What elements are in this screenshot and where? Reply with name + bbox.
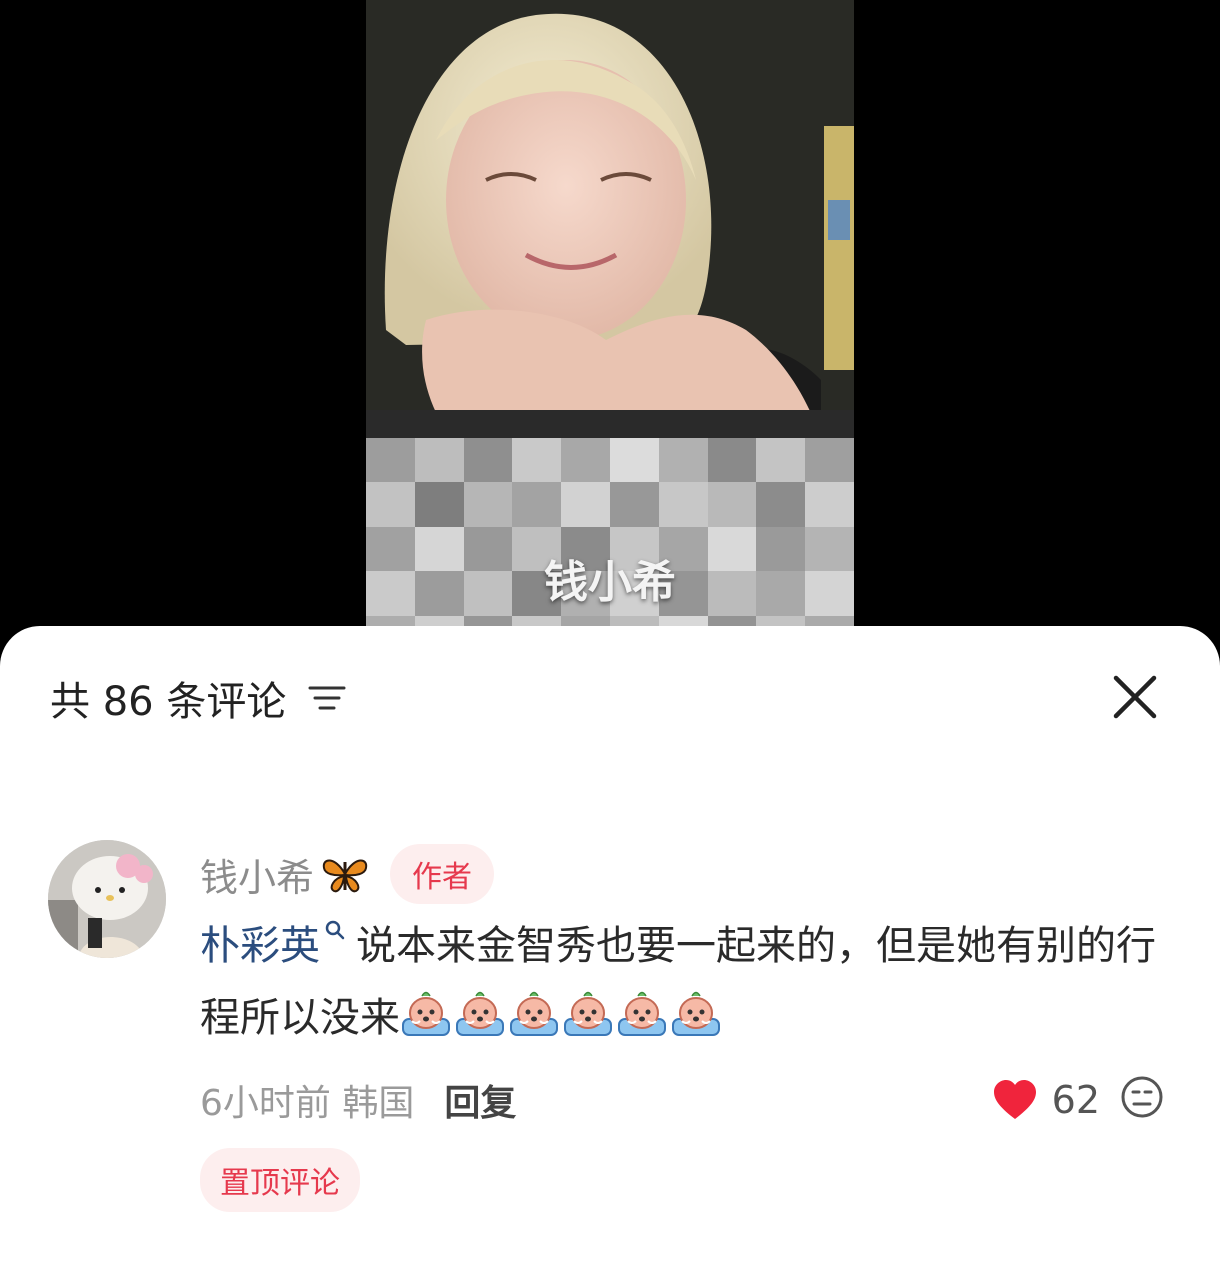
avatar[interactable] xyxy=(48,840,166,958)
crying-emoji-group xyxy=(400,991,724,1041)
video-frame: 钱小希 xyxy=(366,0,854,660)
author-name[interactable]: 钱小希 xyxy=(200,847,314,902)
comment-count-label: 共 86 条评论 xyxy=(50,679,287,725)
crying-emoji-icon xyxy=(564,991,612,1036)
crying-emoji-icon xyxy=(456,991,504,1036)
timestamp-location: 6小时前 韩国 xyxy=(200,1083,415,1124)
video-content-image xyxy=(366,0,854,440)
comment-body: 钱小希 作者 朴彩英 说本来金智秀也要一起来的，但是她有别的行程所以没来 6小时前… xyxy=(200,844,1163,1212)
butterfly-icon xyxy=(322,859,368,893)
like-count: 62 xyxy=(1051,1078,1100,1122)
close-icon[interactable] xyxy=(1112,674,1158,720)
comment-text: 朴彩英 说本来金智秀也要一起来的，但是她有别的行程所以没来 xyxy=(200,910,1160,1054)
crying-emoji-icon xyxy=(618,991,666,1036)
author-tag: 作者 xyxy=(390,844,495,904)
video-subtitle: 钱小希 xyxy=(544,557,676,608)
video-player[interactable]: 钱小希 xyxy=(0,0,1220,660)
filter-icon[interactable] xyxy=(308,683,346,713)
mention-link[interactable]: 朴彩英 xyxy=(200,923,320,969)
heart-icon xyxy=(993,1080,1036,1119)
author-row: 钱小希 作者 xyxy=(200,844,1160,904)
comment-meta: 6小时前 韩国 回复 62 xyxy=(200,1072,1163,1128)
crying-emoji-icon xyxy=(510,991,558,1036)
comments-sheet: 共 86 条评论 钱小希 作者 朴彩英 说本来金智秀也要一起来的，但是她有别的行… xyxy=(0,626,1220,1275)
dislike-face-icon[interactable] xyxy=(1120,1075,1164,1119)
crying-emoji-icon xyxy=(402,991,450,1036)
like-button[interactable]: 62 xyxy=(992,1072,1100,1128)
comments-header: 共 86 条评论 xyxy=(50,668,346,728)
crying-emoji-icon xyxy=(672,991,720,1036)
pinned-badge: 置顶评论 xyxy=(200,1148,360,1212)
reply-button[interactable]: 回复 xyxy=(444,1074,516,1126)
search-icon xyxy=(325,920,345,940)
